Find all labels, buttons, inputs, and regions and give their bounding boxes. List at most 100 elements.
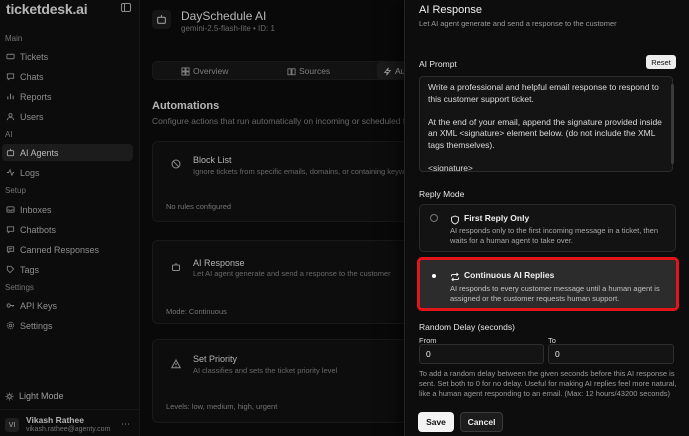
sidebar-item-label: Tickets: [20, 51, 49, 62]
logs-icon: [6, 168, 15, 177]
sidebar-collapse-icon[interactable]: [121, 3, 131, 12]
sidebar-item-label: Settings: [20, 320, 53, 331]
section-ai: AI: [5, 130, 13, 139]
cancel-button[interactable]: Cancel: [460, 412, 503, 432]
sidebar-item-label: Chats: [20, 71, 44, 82]
user-email: vikash.rathee@agenty.com: [26, 426, 111, 433]
tab-overview[interactable]: Overview: [181, 62, 228, 79]
alert-triangle-icon: [170, 356, 182, 369]
card-title: Block List: [193, 155, 232, 165]
reply-mode-first-only[interactable]: First Reply Only AI responds only to the…: [419, 204, 676, 252]
radio-continuous[interactable]: [430, 272, 438, 280]
section-setup: Setup: [5, 186, 26, 195]
book-icon: [287, 67, 296, 75]
tab-label: Sources: [299, 65, 331, 76]
card-description: AI classifies and sets the ticket priori…: [193, 366, 338, 375]
page-title: DaySchedule AI: [181, 9, 267, 23]
sidebar-item-canned-responses[interactable]: Canned Responses: [2, 241, 133, 258]
grid-icon: [181, 66, 190, 76]
option-title: Continuous AI Replies: [464, 270, 555, 280]
user-profile[interactable]: VI Vikash Rathee vikash.rathee@agenty.co…: [0, 409, 140, 436]
drawer-title: AI Response: [419, 4, 482, 16]
tab-label: Overview: [193, 65, 229, 76]
bot-icon: [171, 259, 181, 271]
gear-icon: [6, 321, 15, 330]
sidebar-item-api-keys[interactable]: API Keys: [2, 297, 133, 314]
delay-from-input[interactable]: 0: [419, 344, 544, 364]
reset-button[interactable]: Reset: [646, 55, 676, 69]
delay-help-text: To add a random delay between the given …: [419, 369, 677, 398]
prompt-scrollbar[interactable]: [671, 84, 674, 164]
sidebar-item-label: Tags: [20, 264, 40, 275]
reply-mode-label: Reply Mode: [419, 189, 465, 199]
repeat-icon: [450, 269, 460, 282]
delay-label: Random Delay (seconds): [419, 322, 515, 332]
sidebar-item-users[interactable]: Users: [2, 108, 133, 125]
sidebar-item-reports[interactable]: Reports: [2, 88, 133, 105]
save-button[interactable]: Save: [418, 412, 454, 432]
sidebar-item-inboxes[interactable]: Inboxes: [2, 201, 133, 218]
brand-logo[interactable]: ticketdesk.ai: [6, 1, 88, 17]
section-heading: Automations: [152, 100, 220, 112]
option-title: First Reply Only: [464, 213, 530, 223]
section-settings: Settings: [5, 283, 34, 292]
delay-to-input[interactable]: 0: [548, 344, 674, 364]
sidebar-item-tickets[interactable]: Tickets: [2, 48, 133, 65]
sidebar-item-chats[interactable]: Chats: [2, 68, 133, 85]
card-description: Ignore tickets from specific emails, dom…: [193, 167, 412, 176]
ai-prompt-textarea[interactable]: Write a professional and helpful email r…: [419, 76, 673, 172]
chat-icon: [6, 72, 15, 81]
ticket-icon: [6, 52, 15, 61]
agent-model: gemini-2.5-flash-lite • ID: 1: [181, 24, 275, 33]
section-main: Main: [5, 34, 23, 43]
users-icon: [6, 112, 15, 121]
sidebar-item-label: AI Agents: [20, 147, 59, 158]
avatar: VI: [5, 418, 19, 432]
sidebar: ticketdesk.ai Main Tickets Chats Reports…: [0, 0, 140, 436]
chart-icon: [6, 92, 15, 101]
option-description: AI responds to every customer message un…: [450, 284, 660, 303]
card-status: No rules configured: [166, 202, 232, 211]
ai-response-drawer: AI Response Let AI agent generate and se…: [404, 0, 689, 436]
radio-first-reply[interactable]: [430, 214, 438, 222]
ban-icon: [171, 156, 181, 169]
zap-icon: [383, 67, 392, 75]
prompt-label: AI Prompt: [419, 59, 457, 69]
chatbot-icon: [6, 225, 15, 234]
tag-icon: [6, 265, 15, 274]
sidebar-item-tags[interactable]: Tags: [2, 261, 133, 278]
key-icon: [6, 301, 15, 310]
light-mode-label: Light Mode: [19, 391, 64, 401]
shield-icon: [450, 212, 460, 225]
card-description: Let AI agent generate and send a respons…: [193, 269, 391, 278]
sidebar-item-ai-agents[interactable]: AI Agents: [2, 144, 133, 161]
card-status: Mode: Continuous: [166, 307, 227, 316]
card-status: Levels: low, medium, high, urgent: [166, 402, 278, 411]
user-name: Vikash Rathee: [26, 415, 84, 425]
drawer-subtitle: Let AI agent generate and send a respons…: [419, 19, 617, 28]
inbox-icon: [6, 205, 15, 214]
sidebar-item-label: Inboxes: [20, 204, 52, 215]
card-title: AI Response: [193, 258, 245, 268]
sidebar-item-label: Reports: [20, 91, 52, 102]
tab-sources[interactable]: Sources: [287, 62, 330, 79]
sidebar-item-label: API Keys: [20, 300, 58, 311]
tab-automations[interactable]: Au: [377, 62, 407, 79]
message-icon: [6, 245, 15, 254]
more-icon[interactable]: ⋯: [121, 419, 130, 430]
reply-mode-continuous[interactable]: Continuous AI Replies AI responds to eve…: [417, 257, 679, 311]
sidebar-item-label: Canned Responses: [20, 244, 100, 255]
sidebar-item-label: Logs: [20, 167, 40, 178]
section-description: Configure actions that run automatically…: [152, 116, 408, 126]
sidebar-item-chatbots[interactable]: Chatbots: [2, 221, 133, 238]
sidebar-item-label: Chatbots: [20, 224, 57, 235]
sun-icon: [5, 391, 14, 401]
option-description: AI responds only to the first incoming m…: [450, 226, 659, 245]
bot-icon: [6, 148, 15, 157]
sidebar-item-settings[interactable]: Settings: [2, 317, 133, 334]
card-title: Set Priority: [193, 354, 238, 364]
bot-icon: [152, 10, 171, 29]
sidebar-item-label: Users: [20, 111, 44, 122]
light-mode-toggle[interactable]: Light Mode: [5, 391, 64, 401]
sidebar-item-logs[interactable]: Logs: [2, 164, 133, 181]
